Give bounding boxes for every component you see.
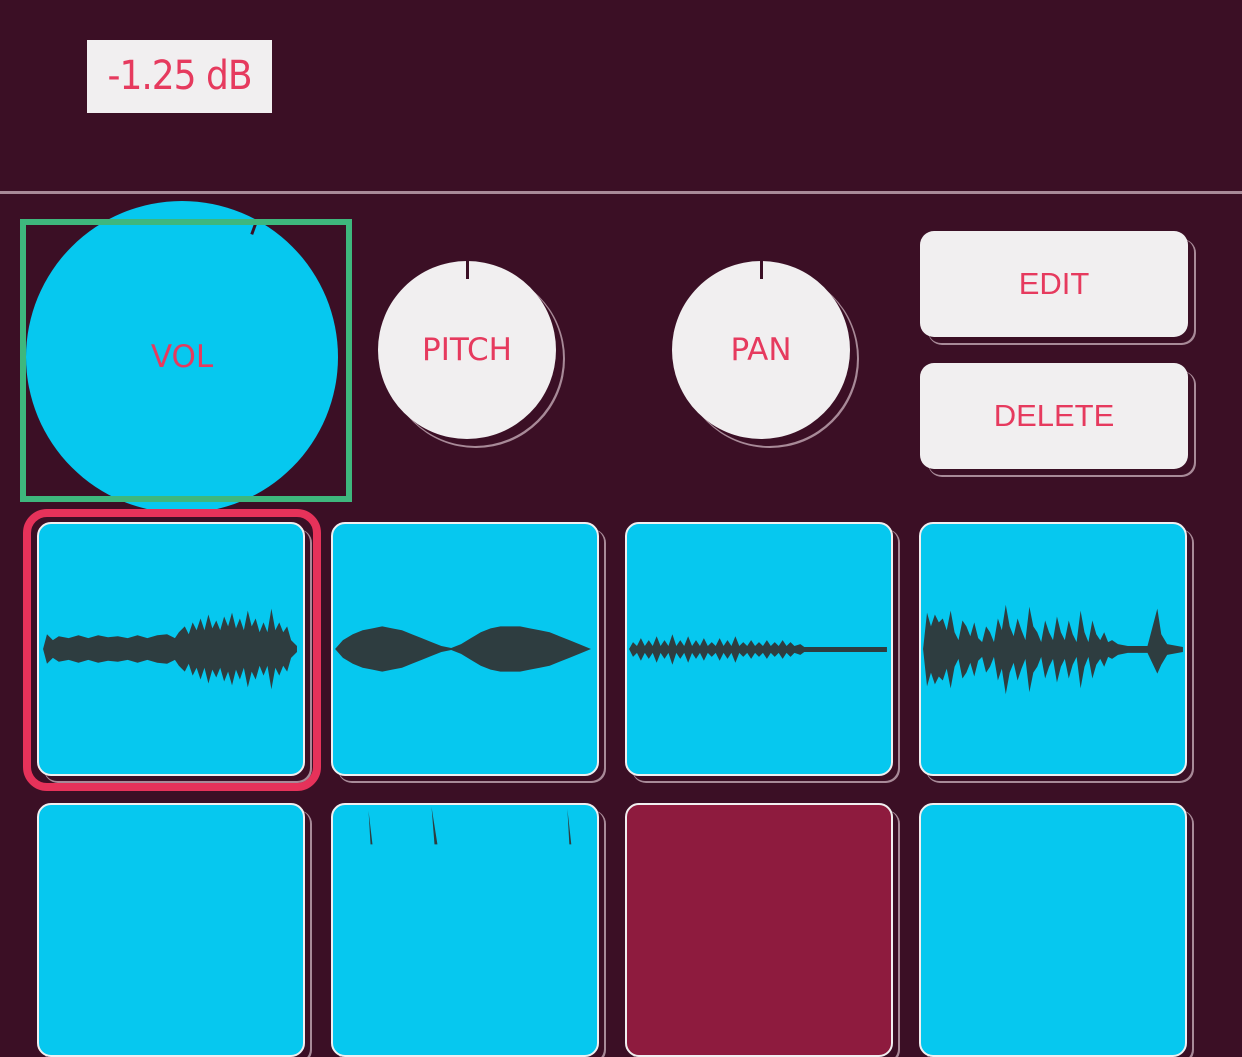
- selected-pad-ring: [23, 509, 321, 791]
- waveform-4: [923, 604, 1183, 695]
- pan-knob-indicator: [759, 261, 763, 279]
- pitch-knob[interactable]: PITCH: [378, 261, 556, 439]
- volume-readout: -1.25 dB: [87, 40, 272, 113]
- sample-pad-7[interactable]: [625, 803, 893, 1057]
- pitch-knob-label: PITCH: [422, 332, 512, 368]
- header-divider: [0, 191, 1242, 194]
- sample-pad-6[interactable]: [331, 803, 599, 1057]
- pan-knob[interactable]: PAN: [672, 261, 850, 439]
- waveform-3: [629, 634, 887, 665]
- edit-button[interactable]: EDIT: [920, 231, 1188, 337]
- delete-button[interactable]: DELETE: [920, 363, 1188, 469]
- waveform-2: [335, 626, 591, 672]
- waveform-6: [368, 806, 572, 845]
- sample-pad-5[interactable]: [37, 803, 305, 1057]
- pan-knob-label: PAN: [730, 332, 792, 368]
- sample-pad-3[interactable]: [625, 522, 893, 776]
- pitch-knob-indicator: [465, 261, 469, 279]
- sample-pad-4[interactable]: [919, 522, 1187, 776]
- sample-pad-8[interactable]: [919, 803, 1187, 1057]
- vol-focus-frame: [20, 219, 352, 502]
- sample-pad-2[interactable]: [331, 522, 599, 776]
